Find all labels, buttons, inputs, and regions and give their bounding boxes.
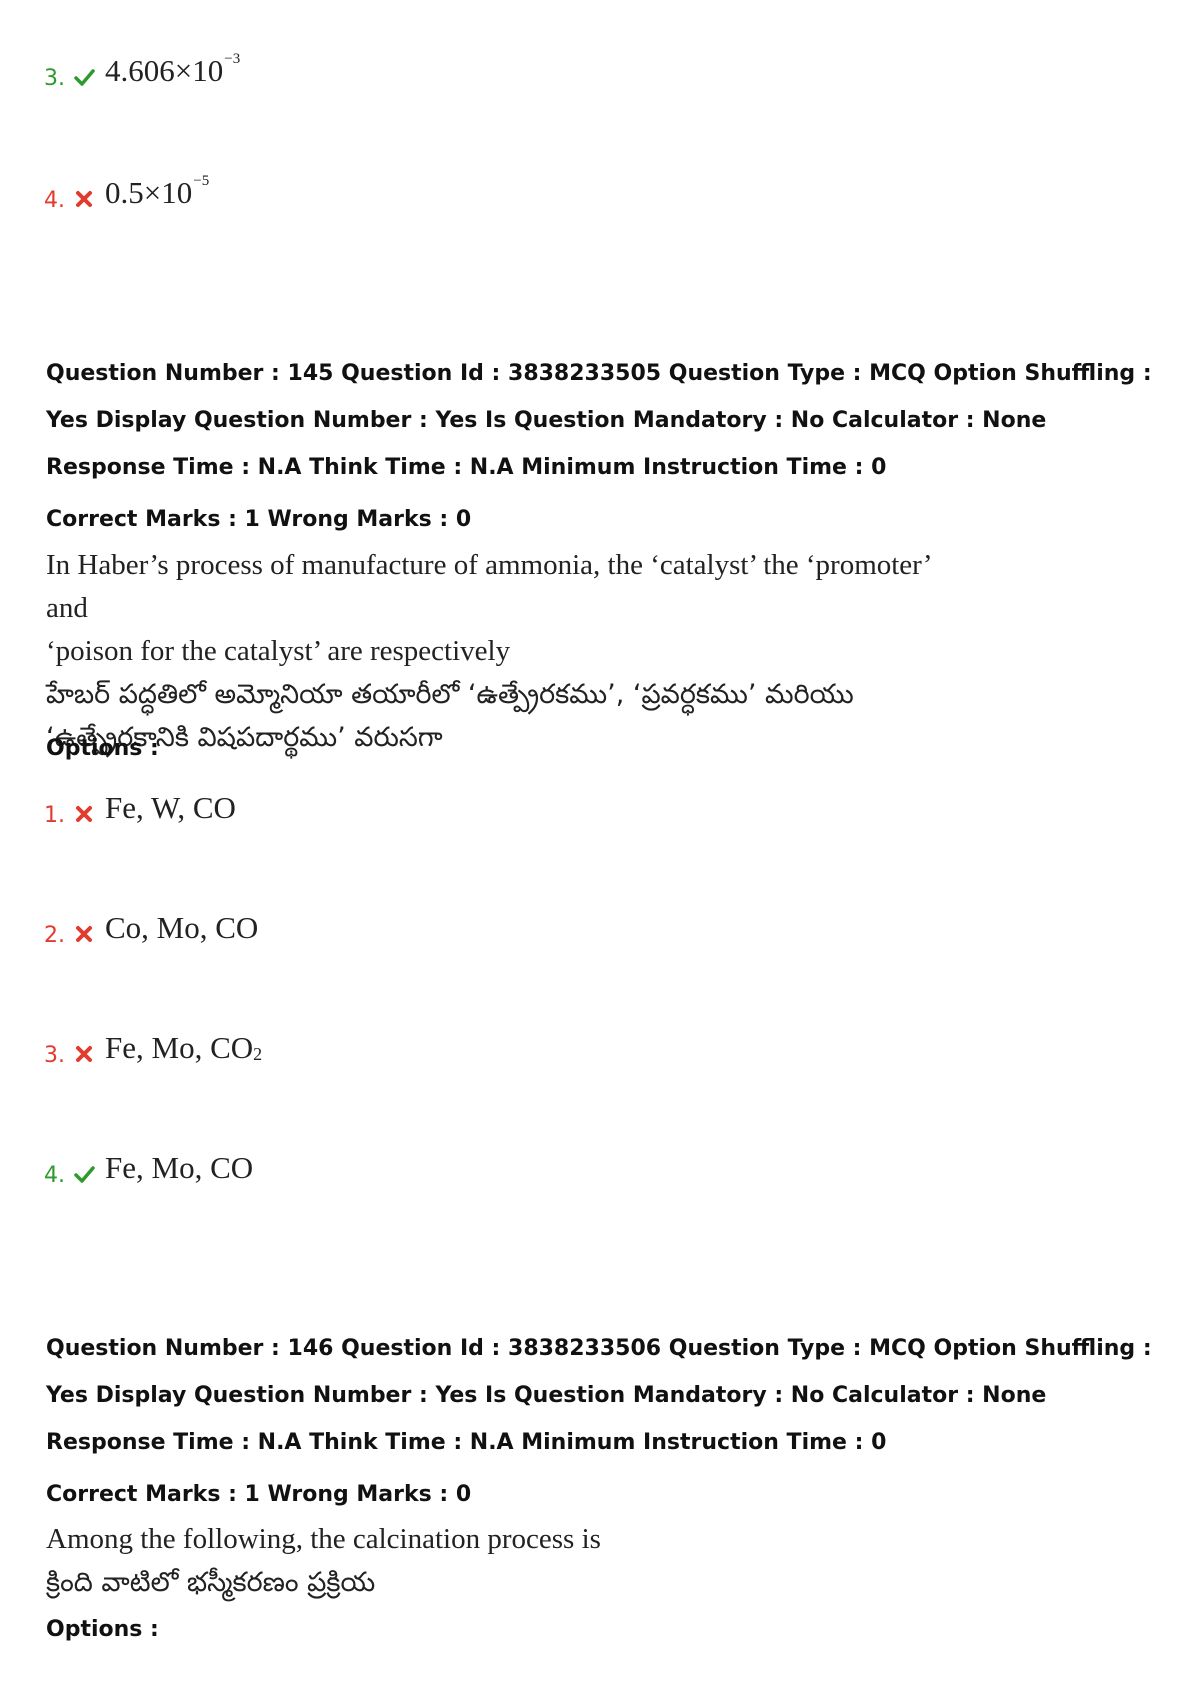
question-text-telugu-line: ‘ఉత్ప్రేరకానికి విషపదార్థము’ వరుసగా [46, 722, 443, 753]
question-145-text: In Haber’s process of manufacture of amm… [46, 544, 946, 759]
q145-option-1: 1. Fe, W, CO [44, 792, 236, 828]
cross-icon [76, 1046, 92, 1062]
question-text-telugu-line: క్రింది వాటిలో భస్మీకరణం ప్రక్రియ [46, 1567, 376, 1598]
prev-option-3: 3. 4.606×10−3 [44, 52, 240, 91]
exponent: −3 [224, 51, 241, 67]
option-number: 2. [44, 923, 65, 948]
options-label: Options : [46, 1617, 159, 1642]
question-text-english-line: Among the following, the calcination pro… [46, 1523, 601, 1555]
option-number: 4. [44, 188, 65, 213]
cross-icon [76, 806, 92, 822]
check-icon [74, 69, 95, 86]
options-label: Options : [46, 736, 159, 761]
q145-option-4: 4. Fe, Mo, CO [44, 1152, 253, 1188]
prev-option-4: 4. 0.5×10−5 [44, 174, 209, 213]
subscript: 2 [253, 1044, 263, 1064]
q145-option-3: 3. Fe, Mo, CO2 [44, 1032, 262, 1068]
question-text-english-line: In Haber’s process of manufacture of amm… [46, 549, 931, 624]
q145-option-2: 2. Co, Mo, CO [44, 912, 258, 948]
question-text-telugu-line: హేబర్ పద్ధతిలో అమ్మోనియా తయారీలో ‘ఉత్ప్ర… [46, 679, 854, 710]
check-icon [74, 1166, 95, 1183]
option-text: 0.5×10−5 [105, 173, 210, 210]
option-text: 4.606×10−3 [105, 51, 241, 88]
question-146-marks: Correct Marks : 1 Wrong Marks : 0 [46, 1482, 472, 1507]
option-text: Fe, W, CO [105, 790, 236, 825]
question-146-meta: Question Number : 146 Question Id : 3838… [46, 1336, 1152, 1455]
question-text-english-line: ‘poison for the catalyst’ are respective… [46, 635, 511, 667]
option-number: 3. [44, 1043, 65, 1068]
cross-icon [76, 926, 92, 942]
exponent: −5 [193, 173, 210, 189]
question-145-meta: Question Number : 145 Question Id : 3838… [46, 361, 1152, 480]
option-number: 4. [44, 1163, 65, 1188]
question-146-text: Among the following, the calcination pro… [46, 1518, 946, 1604]
option-text: Fe, Mo, CO2 [105, 1030, 263, 1065]
question-145-marks: Correct Marks : 1 Wrong Marks : 0 [46, 507, 472, 532]
option-number: 1. [44, 803, 65, 828]
question-paper-page: 3. 4.606×10−3 4. 0.5×10−5 Question Numbe… [0, 0, 1190, 1684]
option-text: Fe, Mo, CO [105, 1150, 254, 1185]
cross-icon [76, 191, 92, 207]
option-text: Co, Mo, CO [105, 910, 259, 945]
option-number: 3. [44, 66, 65, 91]
